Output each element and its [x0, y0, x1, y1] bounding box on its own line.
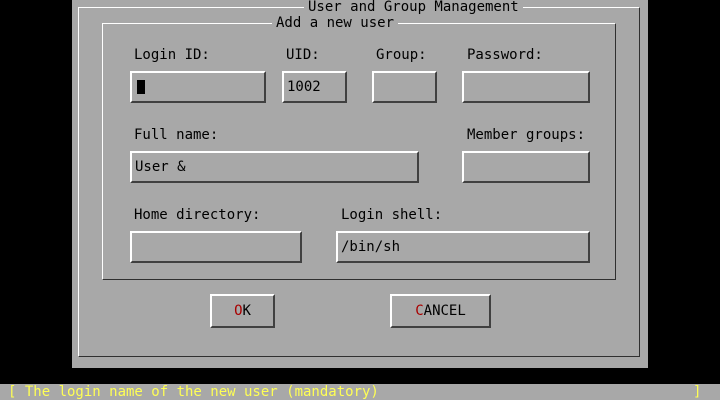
ok-label-rest: K	[242, 303, 251, 319]
group-input[interactable]	[372, 71, 437, 103]
cancel-button[interactable]: CANCEL	[390, 294, 491, 328]
group-label: Group:	[376, 47, 427, 63]
status-help-text: [ The login name of the new user (mandat…	[8, 384, 379, 400]
password-input[interactable]	[462, 71, 590, 103]
ok-button[interactable]: OK	[210, 294, 275, 328]
password-label: Password:	[467, 47, 543, 63]
uid-input[interactable]: 1002	[282, 71, 347, 103]
login-shell-input[interactable]: /bin/sh	[336, 231, 590, 263]
home-directory-label: Home directory:	[134, 207, 261, 223]
home-directory-input[interactable]	[130, 231, 302, 263]
full-name-label: Full name:	[134, 127, 219, 143]
status-bracket-end: ]	[693, 384, 702, 400]
member-groups-input[interactable]	[462, 151, 590, 183]
login-id-input[interactable]	[130, 71, 266, 103]
cancel-hotkey: C	[415, 303, 424, 319]
section-title: Add a new user	[272, 15, 399, 31]
cancel-label-rest: ANCEL	[423, 303, 466, 319]
member-groups-label: Member groups:	[467, 127, 586, 143]
uid-label: UID:	[286, 47, 320, 63]
screen: User and Group Management Add a new user…	[0, 0, 720, 400]
ok-hotkey: O	[234, 303, 243, 319]
dialog-title: User and Group Management	[304, 0, 523, 15]
login-id-label: Login ID:	[134, 47, 210, 63]
login-shell-label: Login shell:	[341, 207, 443, 223]
full-name-input[interactable]: User &	[130, 151, 419, 183]
text-cursor	[137, 80, 145, 94]
status-bar: [ The login name of the new user (mandat…	[0, 384, 720, 400]
